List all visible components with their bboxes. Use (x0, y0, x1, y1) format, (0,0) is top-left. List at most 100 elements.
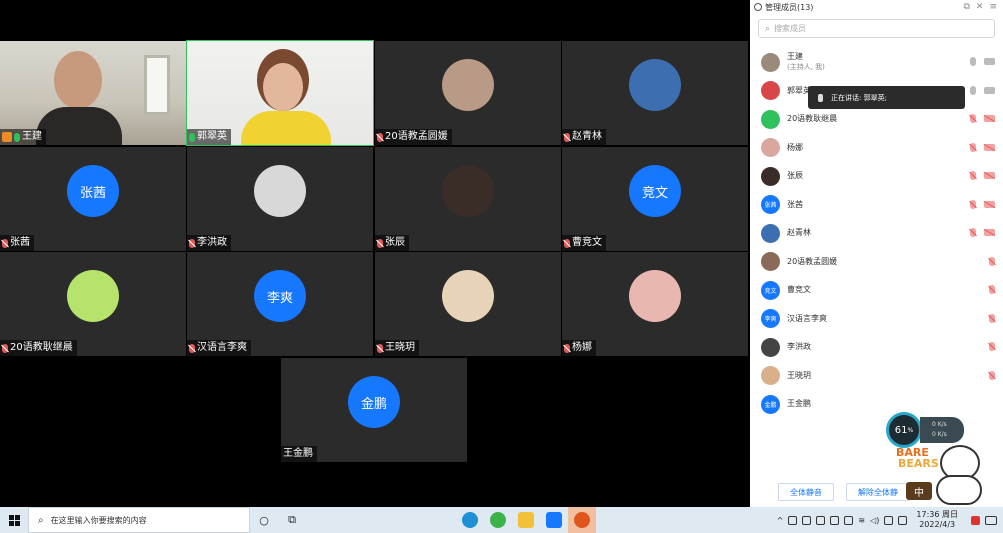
edge-icon[interactable] (456, 507, 484, 533)
mic-off-icon (189, 343, 195, 353)
member-row[interactable]: 20语教耿继晨 (750, 105, 1003, 134)
member-row[interactable]: 张茜 张茜 (750, 191, 1003, 220)
video-tile-guocuiying[interactable]: 郭翠英 (186, 40, 374, 146)
mic-muted-icon[interactable] (970, 142, 976, 152)
member-avatar (761, 366, 780, 386)
bears-sticker: BARE BEARS (890, 445, 990, 509)
tray-app-icon[interactable] (830, 515, 840, 525)
tray-app-icon[interactable] (788, 515, 798, 525)
member-name: 杨娜 (787, 142, 803, 152)
participant-name: 张茜 (10, 237, 30, 248)
member-row[interactable]: 杨娜 (750, 134, 1003, 163)
tile-label: 李洪政 (187, 235, 231, 251)
mic-muted-icon[interactable] (970, 171, 976, 180)
tray-app-icon[interactable] (884, 515, 894, 525)
camera-off-icon[interactable] (984, 200, 995, 208)
video-tile-mengyuanyuan[interactable]: 20语教孟圆媛 (375, 41, 561, 145)
tray-app-icon[interactable] (844, 515, 854, 525)
member-row[interactable]: 王建 (主持人, 我) (750, 48, 1003, 77)
member-search-box[interactable]: ⌕ (758, 19, 995, 38)
video-tile-wangjian[interactable]: 王建 (0, 41, 186, 145)
mic-muted-icon[interactable] (989, 370, 995, 380)
video-tile-zhangqian[interactable]: 张茜 张茜 (0, 147, 186, 251)
members-icon (754, 3, 762, 11)
mic-muted-icon[interactable] (989, 256, 995, 266)
member-controls (989, 256, 995, 266)
video-tile-caojingwen[interactable]: 竞文 曹竞文 (562, 147, 748, 251)
taskbar-search[interactable]: ⌕ 在这里输入你要搜索的内容 (28, 507, 250, 533)
pin-icon[interactable]: ⧉ (963, 2, 969, 12)
video-tile-zhaoqinglin[interactable]: 赵青林 (562, 41, 748, 145)
mic-icon[interactable] (970, 57, 976, 66)
camera-off-icon[interactable] (984, 115, 995, 122)
video-tile-yangna[interactable]: 杨娜 (562, 252, 748, 356)
camera-off-icon[interactable] (984, 229, 995, 236)
close-icon[interactable]: ✕ (976, 2, 984, 12)
video-tile-wangxiaoyue[interactable]: 王晓玥 (375, 252, 561, 356)
ime-indicator[interactable]: 中 (906, 482, 932, 500)
tray-app-icon[interactable] (898, 515, 908, 525)
camera-off-icon[interactable] (984, 172, 995, 179)
mic-off-icon (564, 343, 570, 353)
video-tile-wangjinpeng[interactable]: 金鹏 王金鹏 (281, 358, 467, 462)
camera-off-icon[interactable] (984, 143, 995, 151)
member-row[interactable]: 王晓玥 (750, 362, 1003, 391)
tile-label: 曹竞文 (562, 235, 606, 251)
active-app-icon[interactable] (568, 507, 596, 533)
camera-icon[interactable] (984, 86, 995, 94)
member-row[interactable]: 张辰 (750, 162, 1003, 191)
tile-label: 20语教耿继晨 (0, 340, 77, 356)
member-row[interactable]: 李洪政 (750, 333, 1003, 362)
menu-icon[interactable]: ≡ (989, 2, 997, 12)
member-avatar: 张茜 (761, 195, 780, 215)
clock-time: 17:36 周日 (916, 510, 958, 519)
mic-muted-icon[interactable] (970, 228, 976, 237)
member-avatar (761, 109, 780, 129)
speed-monitor-widget[interactable]: 61% 0 K/s 0 K/s (886, 412, 966, 448)
tray-app-icon[interactable] (816, 515, 826, 525)
mic-icon[interactable] (970, 85, 976, 95)
meeting-app-icon[interactable] (540, 507, 568, 533)
mic-muted-icon[interactable] (989, 342, 995, 351)
mic-muted-icon[interactable] (989, 313, 995, 323)
cortana-icon[interactable]: ○ (250, 507, 278, 533)
person-head (263, 63, 303, 111)
mic-off-icon (2, 343, 8, 353)
start-button[interactable] (0, 507, 28, 533)
member-name: 王金鹏 (787, 399, 811, 409)
participant-name: 杨娜 (572, 342, 592, 353)
video-tile-gengjichen[interactable]: 20语教耿继晨 (0, 252, 186, 356)
member-search-input[interactable] (774, 24, 955, 33)
mic-muted-icon[interactable] (970, 114, 976, 123)
video-tile-zhangchen[interactable]: 张辰 (375, 147, 561, 251)
video-tile-lihongzheng[interactable]: 李洪政 (187, 147, 373, 251)
host-icon (2, 132, 12, 142)
member-row[interactable]: 赵青林 (750, 219, 1003, 248)
member-row[interactable]: 竞文 曹竞文 (750, 276, 1003, 305)
clock[interactable]: 17:36 周日 2022/4/3 (916, 510, 958, 530)
usage-unit: % (907, 426, 914, 434)
notification-icon[interactable] (971, 515, 980, 525)
speaking-text: 正在讲话: 郭翠英; (831, 93, 887, 102)
camera-icon[interactable] (984, 58, 995, 65)
tile-label: 郭翠英 (187, 129, 231, 145)
task-view-icon[interactable]: ⧉ (278, 507, 306, 533)
participant-avatar (442, 165, 494, 217)
mic-muted-icon[interactable] (989, 285, 995, 294)
tile-label: 王金鹏 (281, 446, 317, 462)
mic-muted-icon[interactable] (970, 199, 976, 209)
member-row[interactable]: 20语教孟圆媛 (750, 248, 1003, 277)
wifi-icon[interactable]: ≋ (858, 516, 865, 525)
person-body (36, 107, 122, 145)
action-center-icon[interactable] (985, 515, 997, 525)
file-explorer-icon[interactable] (512, 507, 540, 533)
video-tile-lishuang[interactable]: 李爽 汉语言李爽 (187, 252, 373, 356)
ie-icon[interactable] (484, 507, 512, 533)
participant-name: 赵青林 (572, 131, 602, 142)
member-row[interactable]: 李爽 汉语言李爽 (750, 305, 1003, 334)
volume-icon[interactable]: ◁) (870, 516, 879, 525)
tray-chevron-icon[interactable]: ^ (777, 516, 784, 525)
tray-app-icon[interactable] (802, 515, 812, 525)
participant-name: 王金鹏 (283, 448, 313, 459)
mute-all-button[interactable]: 全体静音 (778, 483, 834, 501)
